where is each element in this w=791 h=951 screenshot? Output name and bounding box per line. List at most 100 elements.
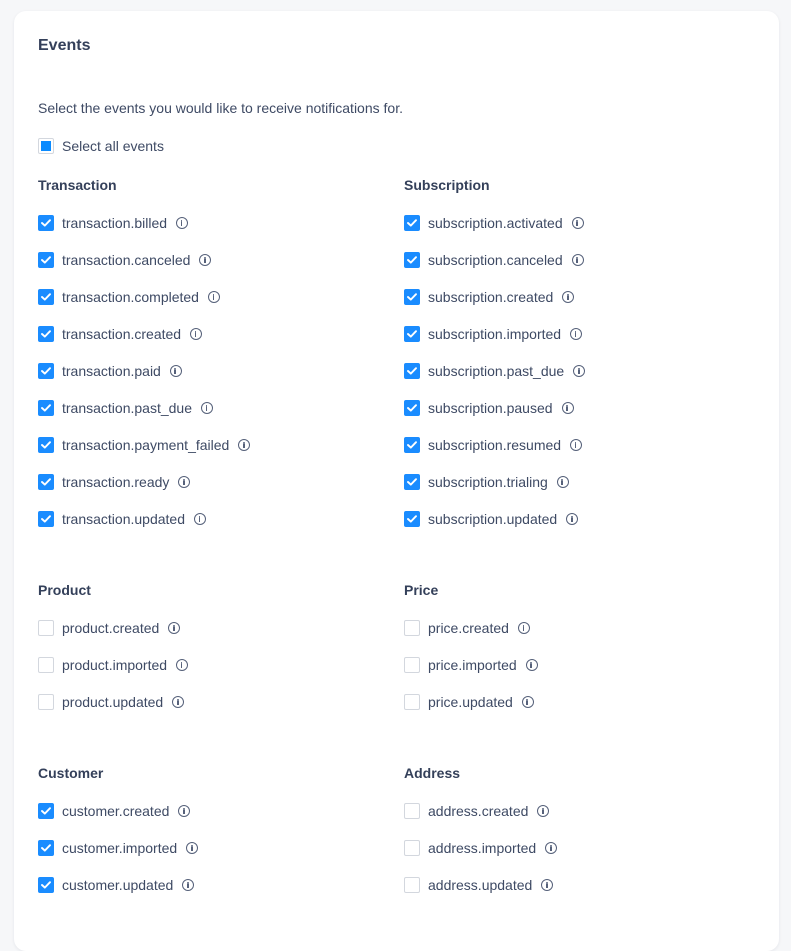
event-checkbox-transaction-completed[interactable]: transaction.completed <box>38 287 220 307</box>
info-icon[interactable] <box>571 217 584 229</box>
event-label: subscription.created <box>428 289 554 305</box>
event-checkbox-transaction-ready[interactable]: transaction.ready <box>38 472 191 492</box>
info-icon[interactable] <box>200 402 213 414</box>
checkbox-checked-icon[interactable] <box>38 215 54 231</box>
checkbox-unchecked-icon[interactable] <box>38 657 54 673</box>
info-icon[interactable] <box>537 805 550 817</box>
info-icon[interactable] <box>178 805 191 817</box>
checkbox-unchecked-icon[interactable] <box>38 694 54 710</box>
event-checkbox-transaction-created[interactable]: transaction.created <box>38 324 203 344</box>
checkbox-checked-icon[interactable] <box>38 840 54 856</box>
checkbox-checked-icon[interactable] <box>404 511 420 527</box>
info-icon[interactable] <box>517 622 530 634</box>
info-icon[interactable] <box>178 476 191 488</box>
event-checkbox-transaction-updated[interactable]: transaction.updated <box>38 509 206 529</box>
checkbox-checked-icon[interactable] <box>38 877 54 893</box>
info-icon[interactable] <box>176 217 189 229</box>
checkbox-checked-icon[interactable] <box>404 289 420 305</box>
info-icon[interactable] <box>176 659 189 671</box>
event-label: transaction.past_due <box>62 400 192 416</box>
checkbox-unchecked-icon[interactable] <box>404 803 420 819</box>
event-checkbox-product-updated[interactable]: product.updated <box>38 692 185 712</box>
event-checkbox-transaction-past-due[interactable]: transaction.past_due <box>38 398 213 418</box>
checkbox-checked-icon[interactable] <box>38 511 54 527</box>
checkbox-unchecked-icon[interactable] <box>404 620 420 636</box>
event-checkbox-subscription-resumed[interactable]: subscription.resumed <box>404 435 583 455</box>
event-label: transaction.paid <box>62 363 161 379</box>
group-title-address: Address <box>404 765 461 781</box>
event-checkbox-product-imported[interactable]: product.imported <box>38 655 189 675</box>
info-icon[interactable] <box>199 254 212 266</box>
group-title-transaction: Transaction <box>38 177 117 193</box>
checkbox-unchecked-icon[interactable] <box>404 694 420 710</box>
info-icon[interactable] <box>562 291 575 303</box>
info-icon[interactable] <box>541 879 554 891</box>
event-checkbox-customer-updated[interactable]: customer.updated <box>38 875 195 895</box>
event-checkbox-address-created[interactable]: address.created <box>404 801 550 821</box>
event-checkbox-subscription-updated[interactable]: subscription.updated <box>404 509 579 529</box>
event-checkbox-subscription-past-due[interactable]: subscription.past_due <box>404 361 586 381</box>
checkbox-checked-icon[interactable] <box>404 326 420 342</box>
info-icon[interactable] <box>571 254 584 266</box>
info-icon[interactable] <box>570 328 583 340</box>
info-icon[interactable] <box>566 513 579 525</box>
info-icon[interactable] <box>521 696 534 708</box>
event-checkbox-subscription-activated[interactable]: subscription.activated <box>404 213 584 233</box>
checkbox-checked-icon[interactable] <box>404 215 420 231</box>
event-checkbox-product-created[interactable]: product.created <box>38 618 181 638</box>
info-icon[interactable] <box>561 402 574 414</box>
event-checkbox-transaction-payment-failed[interactable]: transaction.payment_failed <box>38 435 251 455</box>
checkbox-checked-icon[interactable] <box>38 437 54 453</box>
event-checkbox-subscription-trialing[interactable]: subscription.trialing <box>404 472 569 492</box>
info-icon[interactable] <box>570 439 583 451</box>
checkbox-unchecked-icon[interactable] <box>38 620 54 636</box>
select-all-checkbox[interactable]: Select all events <box>38 136 164 156</box>
checkbox-checked-icon[interactable] <box>38 289 54 305</box>
event-checkbox-address-imported[interactable]: address.imported <box>404 838 558 858</box>
checkbox-checked-icon[interactable] <box>404 252 420 268</box>
info-icon[interactable] <box>182 879 195 891</box>
events-card: Events Select the events you would like … <box>14 11 779 951</box>
info-icon[interactable] <box>238 439 251 451</box>
info-icon[interactable] <box>573 365 586 377</box>
info-icon[interactable] <box>207 291 220 303</box>
info-icon[interactable] <box>172 696 185 708</box>
checkbox-checked-icon[interactable] <box>38 252 54 268</box>
checkbox-checked-icon[interactable] <box>38 326 54 342</box>
checkbox-checked-icon[interactable] <box>404 363 420 379</box>
checkbox-unchecked-icon[interactable] <box>404 877 420 893</box>
event-checkbox-subscription-canceled[interactable]: subscription.canceled <box>404 250 584 270</box>
checkbox-unchecked-icon[interactable] <box>404 840 420 856</box>
checkbox-checked-icon[interactable] <box>38 803 54 819</box>
info-icon[interactable] <box>169 365 182 377</box>
info-icon[interactable] <box>525 659 538 671</box>
event-checkbox-transaction-billed[interactable]: transaction.billed <box>38 213 189 233</box>
checkbox-checked-icon[interactable] <box>38 474 54 490</box>
checkbox-checked-icon[interactable] <box>404 437 420 453</box>
event-label: transaction.ready <box>62 474 170 490</box>
event-checkbox-subscription-imported[interactable]: subscription.imported <box>404 324 583 344</box>
checkbox-checked-icon[interactable] <box>404 474 420 490</box>
info-icon[interactable] <box>186 842 199 854</box>
event-checkbox-transaction-paid[interactable]: transaction.paid <box>38 361 182 381</box>
event-checkbox-transaction-canceled[interactable]: transaction.canceled <box>38 250 212 270</box>
info-icon[interactable] <box>190 328 203 340</box>
info-icon[interactable] <box>545 842 558 854</box>
event-checkbox-price-updated[interactable]: price.updated <box>404 692 534 712</box>
info-icon[interactable] <box>168 622 181 634</box>
event-checkbox-subscription-created[interactable]: subscription.created <box>404 287 575 307</box>
checkbox-checked-icon[interactable] <box>38 363 54 379</box>
event-checkbox-price-imported[interactable]: price.imported <box>404 655 538 675</box>
event-checkbox-subscription-paused[interactable]: subscription.paused <box>404 398 574 418</box>
event-checkbox-customer-created[interactable]: customer.created <box>38 801 191 821</box>
info-icon[interactable] <box>193 513 206 525</box>
event-checkbox-customer-imported[interactable]: customer.imported <box>38 838 199 858</box>
checkbox-checked-icon[interactable] <box>38 400 54 416</box>
checkbox-indeterminate-icon[interactable] <box>38 138 54 154</box>
event-label: subscription.imported <box>428 326 562 342</box>
checkbox-unchecked-icon[interactable] <box>404 657 420 673</box>
info-icon[interactable] <box>556 476 569 488</box>
event-checkbox-price-created[interactable]: price.created <box>404 618 530 638</box>
checkbox-checked-icon[interactable] <box>404 400 420 416</box>
event-checkbox-address-updated[interactable]: address.updated <box>404 875 554 895</box>
